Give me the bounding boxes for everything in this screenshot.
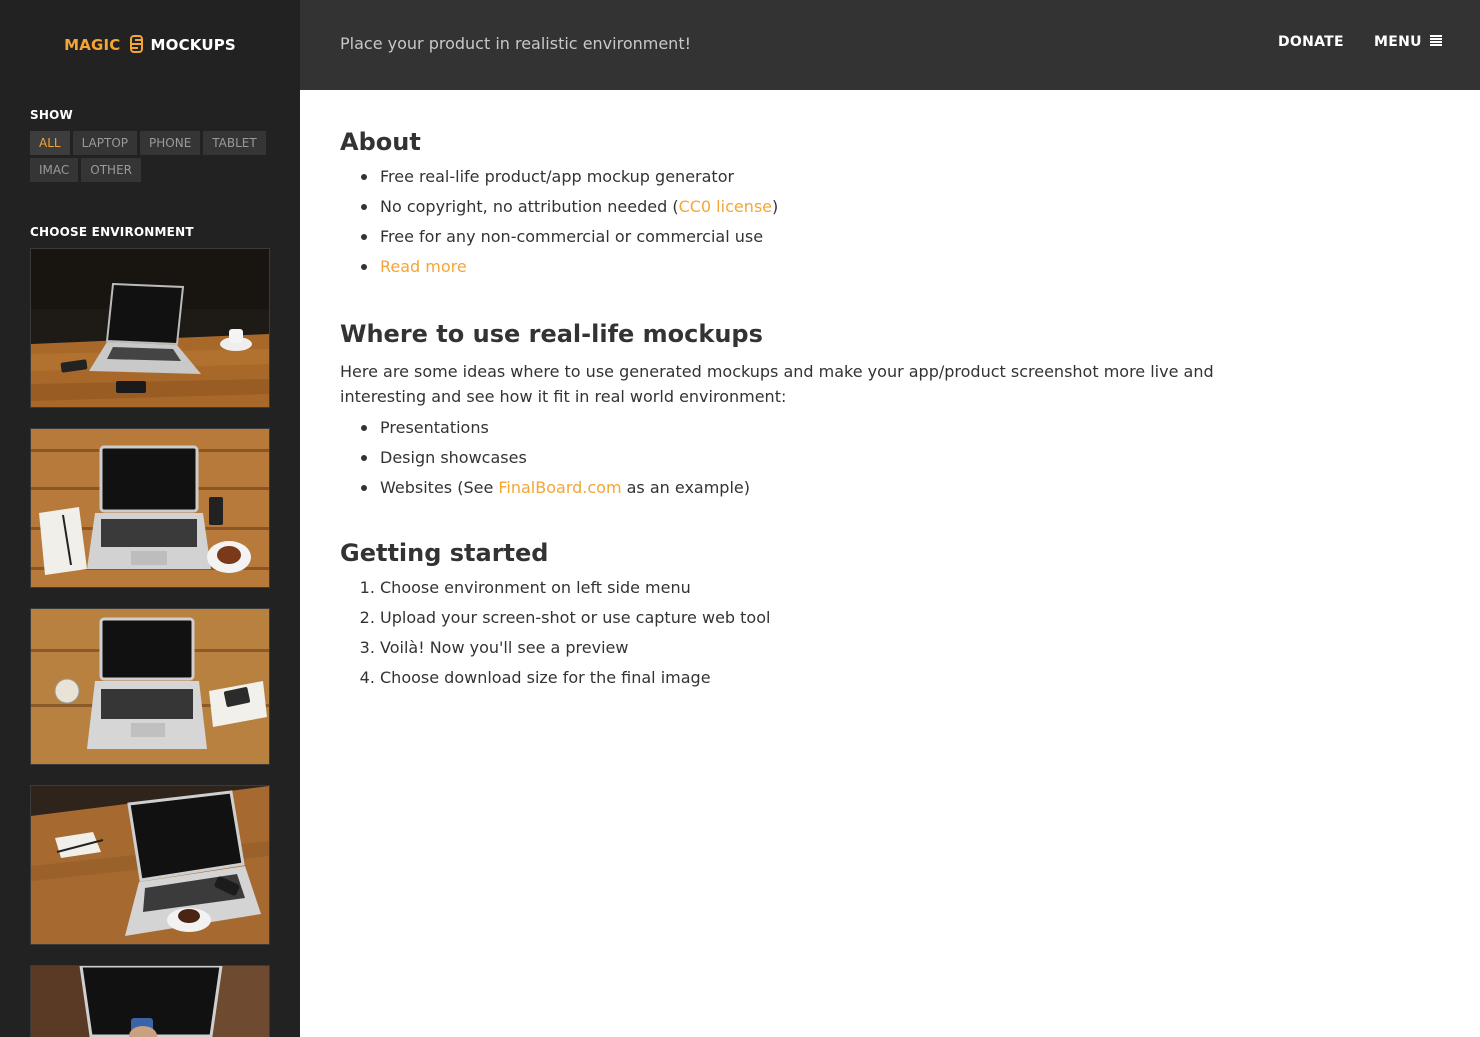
where-heading: Where to use real-life mockups (340, 320, 763, 348)
environment-image-dark-table (31, 249, 269, 407)
step-item: Upload your screen-shot or use capture w… (380, 603, 1260, 633)
filter-group: ALL LAPTOP PHONE TABLET IMAC OTHER (30, 131, 270, 185)
where-item: Presentations (361, 413, 1260, 443)
where-list: Presentations Design showcases Websites … (340, 413, 1260, 503)
step-item: Choose environment on left side menu (380, 573, 1260, 603)
top-bar: Place your product in realistic environm… (300, 0, 1480, 90)
about-heading: About (340, 128, 421, 156)
environment-thumb-5[interactable] (30, 965, 270, 1037)
step-item: Choose download size for the final image (380, 663, 1260, 693)
environment-image-hand-phone (31, 966, 269, 1037)
getting-started-heading: Getting started (340, 539, 549, 567)
where-item-text: as an example) (621, 478, 750, 497)
finalboard-link[interactable]: FinalBoard.com (498, 478, 621, 497)
read-more-link[interactable]: Read more (380, 257, 467, 276)
about-item: No copyright, no attribution needed (CC0… (361, 192, 1260, 222)
menu-button[interactable]: MENU (1374, 34, 1442, 50)
environment-thumb-4[interactable] (30, 785, 270, 945)
about-item-text: No copyright, no attribution needed ( (380, 197, 679, 216)
step-item: Voilà! Now you'll see a preview (380, 633, 1260, 663)
environment-thumb-2[interactable] (30, 428, 270, 588)
menu-icon (1429, 35, 1442, 46)
environment-image-floor-glass (31, 609, 269, 764)
logo-text-mockups: MOCKUPS (150, 36, 236, 54)
cc0-license-link[interactable]: CC0 license (679, 197, 772, 216)
filter-all[interactable]: ALL (30, 131, 70, 155)
logo-text-magic: MAGIC (64, 36, 121, 54)
environment-thumb-3[interactable] (30, 608, 270, 765)
filter-other[interactable]: OTHER (81, 158, 141, 182)
about-list: Free real-life product/app mockup genera… (340, 162, 1260, 282)
where-item-text: Websites (See (380, 478, 499, 497)
environment-image-notebook-coffee (31, 429, 269, 587)
main-content: About Free real-life product/app mockup … (340, 126, 1260, 693)
logo-icon (129, 35, 143, 53)
where-intro: Here are some ideas where to use generat… (340, 362, 1214, 406)
where-item: Design showcases (361, 443, 1260, 473)
filter-imac[interactable]: IMAC (30, 158, 79, 182)
about-item-text: ) (772, 197, 779, 216)
getting-started-steps: Choose environment on left side menu Upl… (340, 573, 1260, 693)
filter-phone[interactable]: PHONE (140, 131, 201, 155)
about-item: Read more (361, 252, 1260, 282)
show-title: SHOW (30, 108, 73, 122)
logo[interactable]: MAGIC MOCKUPS (0, 35, 300, 54)
menu-label: MENU (1374, 34, 1422, 50)
environment-image-angled-table (31, 786, 269, 944)
about-item: Free for any non-commercial or commercia… (361, 222, 1260, 252)
about-item: Free real-life product/app mockup genera… (361, 162, 1260, 192)
filter-laptop[interactable]: LAPTOP (72, 131, 138, 155)
donate-button[interactable]: DONATE (1278, 34, 1344, 50)
choose-environment-title: CHOOSE ENVIRONMENT (30, 225, 194, 239)
environment-thumb-1[interactable] (30, 248, 270, 408)
sidebar: MAGIC MOCKUPS SHOW ALL LAPTOP PHONE TABLET IM… (0, 0, 300, 1037)
filter-tablet[interactable]: TABLET (203, 131, 266, 155)
tagline: Place your product in realistic environm… (340, 34, 691, 53)
where-item: Websites (See FinalBoard.com as an examp… (361, 473, 1260, 503)
